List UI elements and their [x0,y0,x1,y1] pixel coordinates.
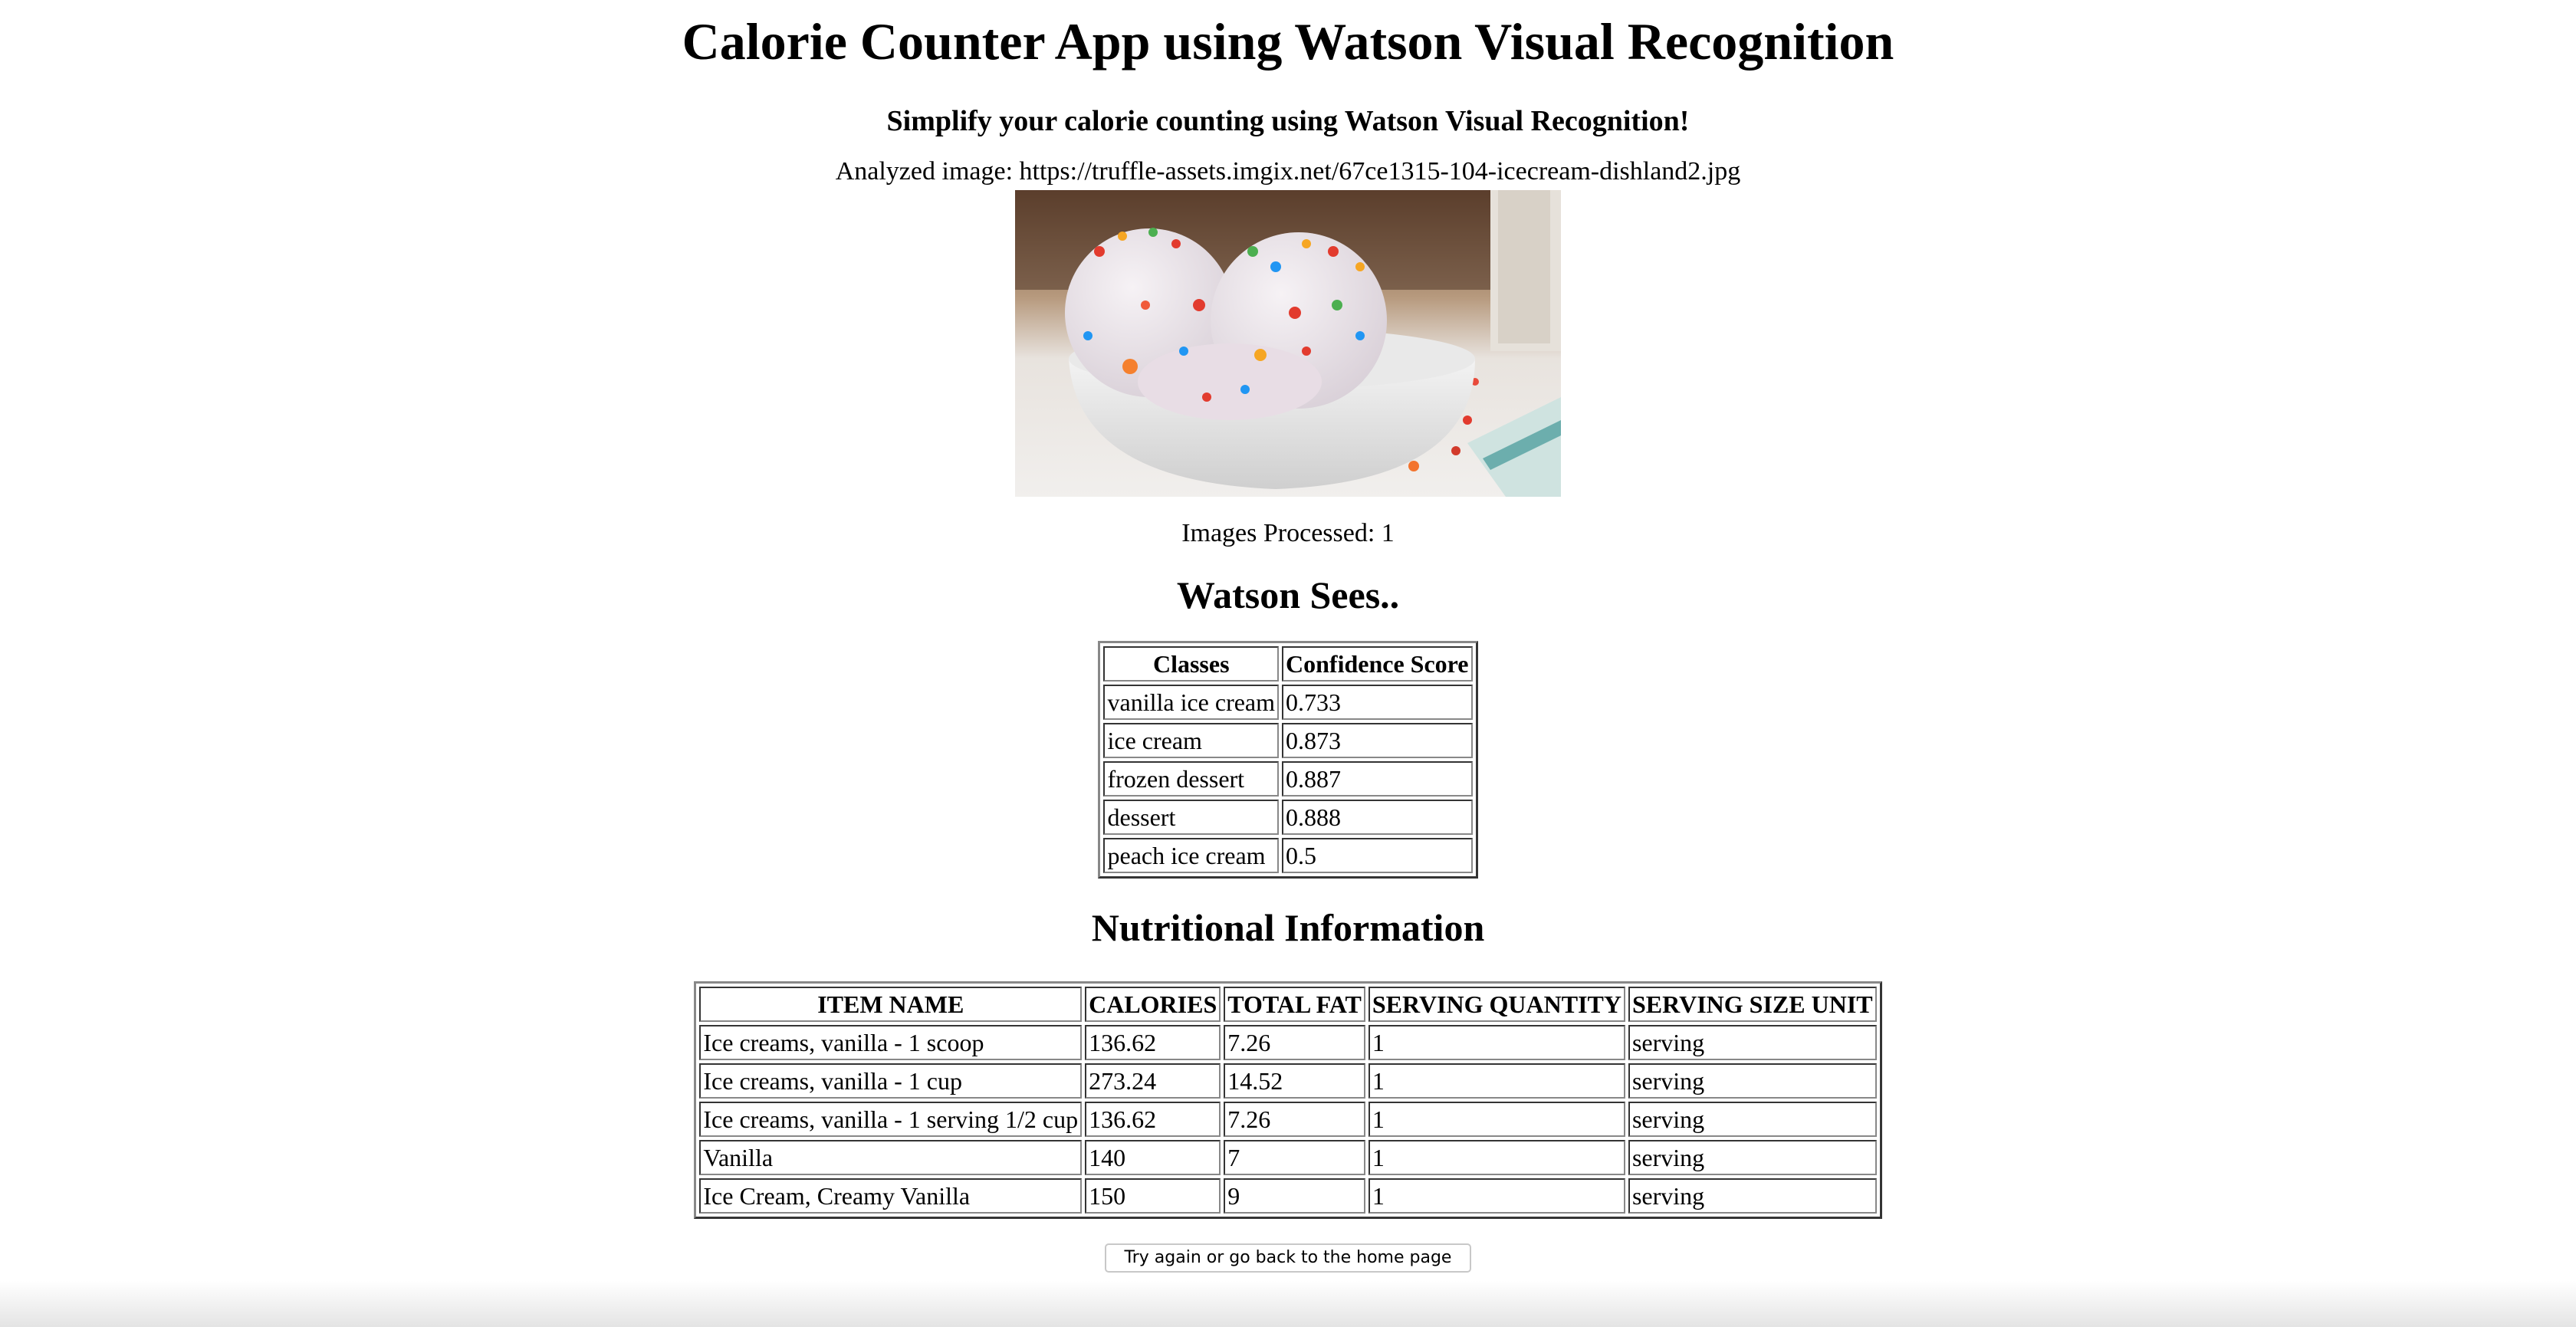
table-row: Ice Cream, Creamy Vanilla 150 9 1 servin… [699,1178,1877,1214]
table-row: peach ice cream 0.5 [1103,838,1473,873]
table-row: ice cream 0.873 [1103,723,1473,758]
table-row: dessert 0.888 [1103,800,1473,835]
confidence-cell: 0.873 [1282,723,1473,758]
item-name-cell: Ice creams, vanilla - 1 cup [699,1063,1083,1099]
column-header-item-name: ITEM NAME [699,987,1083,1022]
serving-unit-cell: serving [1628,1063,1877,1099]
confidence-cell: 0.5 [1282,838,1473,873]
confidence-cell: 0.887 [1282,761,1473,797]
total-fat-cell: 9 [1224,1178,1365,1214]
column-header-serving-quantity: SERVING QUANTITY [1368,987,1625,1022]
nutritional-information-heading: Nutritional Information [1091,906,1485,949]
total-fat-cell: 14.52 [1224,1063,1365,1099]
serving-quantity-cell: 1 [1368,1063,1625,1099]
confidence-cell: 0.888 [1282,800,1473,835]
images-processed-count: Images Processed: 1 [1181,519,1395,547]
serving-quantity-cell: 1 [1368,1178,1625,1214]
serving-unit-cell: serving [1628,1025,1877,1060]
table-row: frozen dessert 0.887 [1103,761,1473,797]
total-fat-cell: 7 [1224,1140,1365,1175]
serving-unit-cell: serving [1628,1140,1877,1175]
total-fat-cell: 7.26 [1224,1102,1365,1137]
table-row: Ice creams, vanilla - 1 serving 1/2 cup … [699,1102,1877,1137]
analyzed-image [1015,190,1561,497]
column-header-calories: CALORIES [1085,987,1221,1022]
calories-cell: 140 [1085,1140,1221,1175]
analyzed-image-label: Analyzed image: https://truffle-assets.i… [835,157,1741,186]
table-row: vanilla ice cream 0.733 [1103,685,1473,720]
item-name-cell: Ice creams, vanilla - 1 scoop [699,1025,1083,1060]
serving-quantity-cell: 1 [1368,1102,1625,1137]
table-header-row: ITEM NAME CALORIES TOTAL FAT SERVING QUA… [699,987,1877,1022]
nutrition-table: ITEM NAME CALORIES TOTAL FAT SERVING QUA… [694,981,1882,1219]
serving-unit-cell: serving [1628,1102,1877,1137]
watson-sees-heading: Watson Sees.. [1176,573,1400,616]
page: Calorie Counter App using Watson Visual … [0,0,2576,1327]
class-name-cell: ice cream [1103,723,1280,758]
table-header-row: Classes Confidence Score [1103,646,1473,682]
calories-cell: 136.62 [1085,1102,1221,1137]
item-name-cell: Ice Cream, Creamy Vanilla [699,1178,1083,1214]
column-header-total-fat: TOTAL FAT [1224,987,1365,1022]
calories-cell: 136.62 [1085,1025,1221,1060]
serving-quantity-cell: 1 [1368,1140,1625,1175]
class-name-cell: vanilla ice cream [1103,685,1280,720]
calories-cell: 150 [1085,1178,1221,1214]
page-subtitle: Simplify your calorie counting using Wat… [886,105,1690,137]
total-fat-cell: 7.26 [1224,1025,1365,1060]
confidence-cell: 0.733 [1282,685,1473,720]
item-name-cell: Vanilla [699,1140,1083,1175]
serving-quantity-cell: 1 [1368,1025,1625,1060]
column-header-serving-size-unit: SERVING SIZE UNIT [1628,987,1877,1022]
page-title: Calorie Counter App using Watson Visual … [682,12,1894,71]
table-row: Ice creams, vanilla - 1 cup 273.24 14.52… [699,1063,1877,1099]
class-name-cell: frozen dessert [1103,761,1280,797]
column-header-confidence: Confidence Score [1282,646,1473,682]
table-row: Ice creams, vanilla - 1 scoop 136.62 7.2… [699,1025,1877,1060]
calories-cell: 273.24 [1085,1063,1221,1099]
column-header-classes: Classes [1103,646,1280,682]
class-name-cell: peach ice cream [1103,838,1280,873]
item-name-cell: Ice creams, vanilla - 1 serving 1/2 cup [699,1102,1083,1137]
table-row: Vanilla 140 7 1 serving [699,1140,1877,1175]
window-bottom-shadow [0,1281,2576,1327]
class-name-cell: dessert [1103,800,1280,835]
try-again-home-button[interactable]: Try again or go back to the home page [1104,1243,1472,1273]
classes-table: Classes Confidence Score vanilla ice cre… [1098,641,1478,879]
serving-unit-cell: serving [1628,1178,1877,1214]
